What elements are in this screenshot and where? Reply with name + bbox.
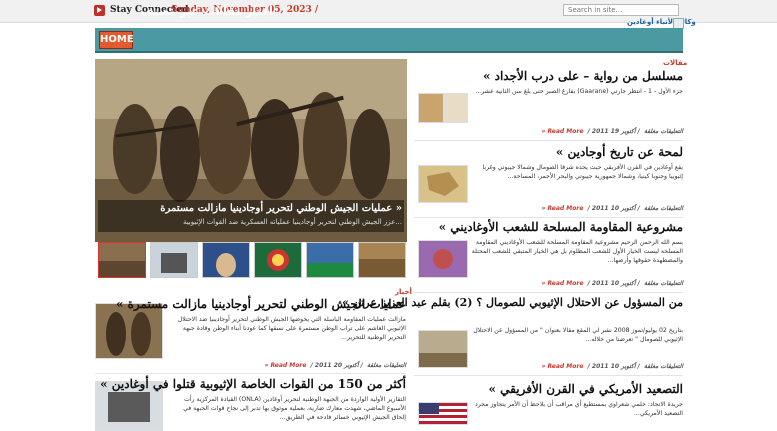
slider-thumb-2[interactable]: [150, 242, 198, 278]
article-2-date: أكتوبر 10 2011: [591, 205, 636, 212]
article-3-image[interactable]: [418, 240, 468, 278]
article-divider-3: [414, 292, 683, 293]
nav-item-news[interactable]: أخبار: [246, 5, 273, 18]
article-4-date: أكتوبر 10 2011: [591, 363, 636, 370]
news-post-2-title[interactable]: أكثر من 150 من القوات الخاصة الإثيوبية ق…: [100, 377, 406, 391]
article-3-date: أكتوبر 10 2011: [591, 280, 636, 287]
news-post-2-excerpt: التقارير الأولية الواردة من الجبهة الوطن…: [183, 396, 406, 421]
main-nav: [95, 28, 683, 53]
article-divider-1: [414, 140, 683, 141]
site-logo-text[interactable]: وكالة الأنباء أوغادين: [627, 18, 696, 26]
news-post-1-excerpt: مازالت عمليات المقاومة الباسلة التي يخوض…: [177, 316, 406, 341]
article-3-meta: » Read More / التعليقات مغلقة / أكتوبر 1…: [541, 280, 684, 287]
article-2-readmore[interactable]: » Read More: [542, 205, 584, 212]
news-divider: [95, 373, 406, 374]
section-label-news: أخبار: [395, 288, 412, 296]
slider-thumb-5[interactable]: [306, 242, 354, 278]
section-label-articles: مقالات: [663, 59, 688, 67]
article-divider-4: [414, 375, 683, 376]
article-1-image-2[interactable]: [444, 93, 468, 123]
article-3-readmore[interactable]: » Read More: [542, 280, 584, 287]
article-1-comments[interactable]: التعليقات مغلقة: [644, 128, 683, 135]
article-2-excerpt: يقع أوغادين في القرن الأفريقي حيث يحده ش…: [482, 164, 683, 180]
article-1-meta: » Read More / التعليقات مغلقة / أكتوبر 1…: [541, 128, 684, 135]
article-3-title[interactable]: مشروعية المقاومة المسلحة للشعب الأوغادين…: [414, 220, 683, 234]
news-post-1-meta: » Read More / التعليقات مغلقة / أكتوبر 2…: [264, 362, 407, 369]
article-4-meta: » Read More / التعليقات مغلقة / أكتوبر 1…: [541, 363, 684, 370]
article-1-image[interactable]: [418, 93, 444, 123]
news-post-1-comments[interactable]: التعليقات مغلقة: [367, 362, 406, 369]
slider-thumb-1[interactable]: [98, 242, 146, 278]
nav-item-uncategorized[interactable]: غير مصنف: [141, 5, 199, 18]
article-2-title[interactable]: لمحة عن تاريخ أوجادين »: [414, 145, 683, 159]
article-5-title[interactable]: التصعيد الأمريكي في القرن الأفريقي »: [414, 382, 684, 396]
nav-home[interactable]: HOME: [99, 31, 134, 49]
slider-thumb-4[interactable]: [254, 242, 302, 278]
news-post-1-image[interactable]: [95, 303, 163, 359]
article-1-excerpt: جزء الأول - 1 - انتظر جارتي (Gaarane) بف…: [475, 88, 683, 95]
slider-title[interactable]: عمليات الجيش الوطني لتحرير أوجادينيا ماز…: [100, 203, 402, 214]
article-1-title[interactable]: مسلسل من رواية – على درب الأجداد »: [414, 69, 683, 83]
youtube-icon[interactable]: [94, 5, 105, 16]
news-post-1-readmore[interactable]: » Read More: [265, 362, 307, 369]
slider-thumb-6[interactable]: [358, 242, 406, 278]
article-divider-2: [414, 217, 683, 218]
article-1-date: أكتوبر 19 2011: [591, 128, 636, 135]
article-5-image[interactable]: [418, 402, 468, 425]
slider-thumb-3[interactable]: [202, 242, 250, 278]
slider-subtitle: عزز الجيش الوطني لتحرير أوجادينيا عمليات…: [182, 218, 402, 226]
search-input[interactable]: [563, 4, 679, 16]
article-3-comments[interactable]: التعليقات مغلقة: [644, 280, 683, 287]
article-4-comments[interactable]: التعليقات مغلقة: [644, 363, 683, 370]
article-2-comments[interactable]: التعليقات مغلقة: [644, 205, 683, 212]
article-1-readmore[interactable]: » Read More: [542, 128, 584, 135]
article-4-title[interactable]: من المسؤول عن الاحتلال الإثيوبي للصومال …: [342, 296, 683, 309]
article-4-readmore[interactable]: » Read More: [542, 363, 584, 370]
nav-item-articles[interactable]: مقالات: [204, 5, 242, 18]
article-4-excerpt: بتاريخ 02 يوليو/تموز 2008 نشر لي المقع م…: [473, 327, 683, 343]
article-2-image[interactable]: [418, 165, 468, 203]
article-2-meta: » Read More / التعليقات مغلقة / أكتوبر 1…: [541, 205, 684, 212]
slider-thumbnails: [96, 242, 406, 278]
article-3-excerpt: بسم الله الرحمن الرحيم مشروعية المقاومة …: [471, 239, 683, 264]
news-post-1-date: أكتوبر 20 2011: [314, 362, 359, 369]
article-5-excerpt: جريدة الاتحاد: حلمي شعراوي بمستطيع أي مر…: [475, 401, 683, 417]
